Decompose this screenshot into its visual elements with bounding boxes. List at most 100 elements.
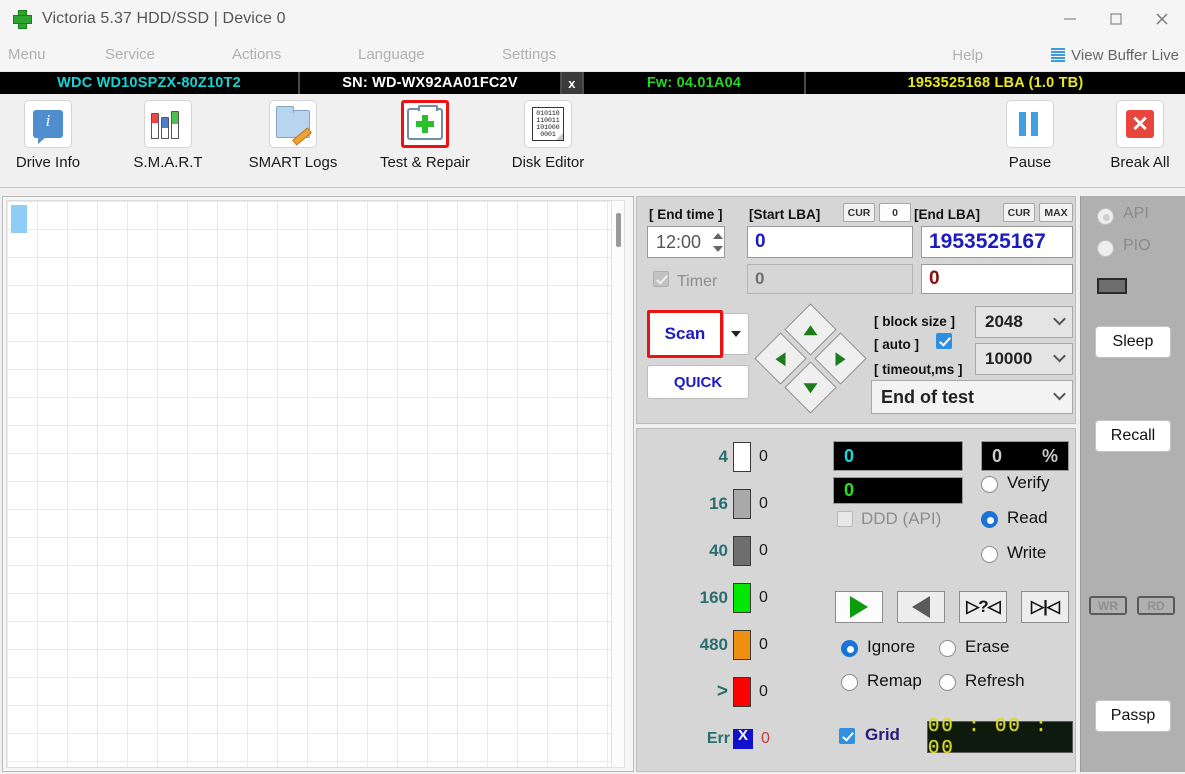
block-size-select[interactable]: 2048 xyxy=(975,306,1073,338)
legend-error-count: 0 xyxy=(761,729,770,747)
status-indicator-icon xyxy=(1097,278,1127,294)
info-bubble-icon xyxy=(24,100,72,148)
play-forward-icon[interactable] xyxy=(835,591,883,623)
right-sidebar: API PIO Sleep Recall WR RD Passp xyxy=(1080,196,1185,772)
mode-label-verify: Verify xyxy=(1007,473,1050,492)
timer-label: Timer xyxy=(677,273,718,290)
passport-button[interactable]: Passp xyxy=(1095,700,1171,732)
menu-item-actions[interactable]: Actions xyxy=(232,38,281,72)
menu-item-language[interactable]: Language xyxy=(358,38,425,72)
scan-button[interactable]: Scan xyxy=(647,310,723,358)
toolbar-button-pause[interactable]: Pause xyxy=(982,100,1078,171)
menu-item-settings[interactable]: Settings xyxy=(502,38,556,72)
defect-radio-ignore[interactable] xyxy=(841,640,858,657)
elapsed-time-display: 00 : 00 : 00 xyxy=(927,715,1073,759)
auto-label: [ auto ] xyxy=(874,337,919,352)
start-lba-input[interactable]: 0 xyxy=(747,226,913,258)
defect-radio-remap[interactable] xyxy=(841,674,858,691)
legend-row-480: 480 0 xyxy=(641,621,825,668)
ddd-api-checkbox[interactable] xyxy=(837,511,853,527)
test-parameters-section: [ End time ] [Start LBA] CUR 0 [End LBA]… xyxy=(636,196,1076,424)
legend-row-error: Err 0 xyxy=(641,715,825,762)
drive-serial: SN: WD-WX92AA01FC2V xyxy=(300,72,562,94)
grid-label: Grid xyxy=(865,725,900,744)
scan-dropdown-chevron-down-icon[interactable] xyxy=(723,313,749,355)
interface-radio-api[interactable] xyxy=(1097,208,1114,225)
percent-symbol: % xyxy=(1041,445,1058,466)
mode-radio-write[interactable] xyxy=(981,546,998,563)
menu-item-service[interactable]: Service xyxy=(105,38,155,72)
interface-radio-pio[interactable] xyxy=(1097,240,1114,257)
minimize-icon[interactable] xyxy=(1047,0,1093,38)
legend-swatch-4 xyxy=(733,441,751,472)
mode-radio-read[interactable] xyxy=(981,511,998,528)
sleep-button[interactable]: Sleep xyxy=(1095,326,1171,358)
mode-radio-verify[interactable] xyxy=(981,476,998,493)
view-buffer-live-button[interactable]: View Buffer Live xyxy=(1051,47,1179,64)
block-size-chevron-down-icon xyxy=(1053,312,1066,326)
menu-item-menu[interactable]: Menu xyxy=(8,38,46,72)
jump-start-icon[interactable]: ▷|◁ xyxy=(1021,591,1069,623)
maximize-icon[interactable] xyxy=(1093,0,1139,38)
serial-close-button[interactable]: x xyxy=(562,72,584,94)
quick-button[interactable]: QUICK xyxy=(647,365,749,399)
toolbar-label-drive-info: Drive Info xyxy=(15,154,81,171)
toolbar-button-smart[interactable]: S.M.A.R.T xyxy=(120,100,216,171)
end-time-spinner[interactable] xyxy=(706,229,723,255)
red-x-icon: ✕ xyxy=(1116,100,1164,148)
navigation-dpad[interactable] xyxy=(754,303,867,414)
start-lba-cur-button[interactable]: CUR xyxy=(843,203,875,222)
legend-threshold-40: 40 xyxy=(709,540,728,560)
scan-map-grid[interactable] xyxy=(6,200,614,768)
wr-indicator[interactable]: WR xyxy=(1089,596,1127,615)
toolbar-button-smart-logs[interactable]: SMART Logs xyxy=(245,100,341,171)
scan-map-scrollbar[interactable] xyxy=(611,200,625,768)
scan-map-cursor-block xyxy=(11,205,27,233)
scan-controls-box: 0 0 % 0 DDD (API) Verify Read Write ▷?◁ xyxy=(829,433,1073,769)
toolbar-button-break-all[interactable]: ✕ Break All xyxy=(1092,100,1185,171)
start-lba-current: 0 xyxy=(747,264,913,294)
start-lba-zero-button[interactable]: 0 xyxy=(879,203,911,222)
timeout-label: [ timeout,ms ] xyxy=(874,362,963,377)
play-back-icon[interactable] xyxy=(897,591,945,623)
menu-item-help[interactable]: Help xyxy=(952,47,983,64)
window-title: Victoria 5.37 HDD/SSD | Device 0 xyxy=(42,10,286,27)
end-of-test-chevron-down-icon xyxy=(1053,387,1066,401)
binary-page-icon: 010110 110011 101000 0001 xyxy=(524,100,572,148)
legend-count-160: 0 xyxy=(759,588,768,606)
toolbar-button-disk-editor[interactable]: 010110 110011 101000 0001 Disk Editor xyxy=(500,100,596,171)
timeout-select[interactable]: 10000 xyxy=(975,343,1073,375)
block-size-value: 2048 xyxy=(985,312,1023,331)
end-lba-input[interactable]: 1953525167 xyxy=(921,226,1073,258)
end-lba-cur-button[interactable]: CUR xyxy=(1003,203,1035,222)
legend-row-40: 40 0 xyxy=(641,527,825,574)
end-of-test-select[interactable]: End of test xyxy=(871,380,1073,414)
end-time-input[interactable]: 12:00 xyxy=(647,226,725,258)
drive-firmware: Fw: 04.01A04 xyxy=(584,72,806,94)
end-lba-label: [End LBA] xyxy=(914,207,980,222)
buffer-lines-icon xyxy=(1051,48,1066,62)
title-bar: Victoria 5.37 HDD/SSD | Device 0 xyxy=(0,0,1185,38)
timer-checkbox[interactable] xyxy=(653,271,669,287)
rd-indicator[interactable]: RD xyxy=(1137,596,1175,615)
blue-x-block-icon xyxy=(733,727,753,749)
defect-radio-refresh[interactable] xyxy=(939,674,956,691)
percent-display: 0 % xyxy=(981,441,1069,471)
block-grade-legend: 4 0 16 0 40 0 160 0 480 0 > 0 Err X 0 xyxy=(641,433,825,769)
toolbar-button-drive-info[interactable]: Drive Info xyxy=(0,100,96,171)
auto-checkbox[interactable] xyxy=(936,333,952,349)
grid-checkbox[interactable] xyxy=(839,728,855,744)
defect-label-erase: Erase xyxy=(965,637,1010,656)
recall-button[interactable]: Recall xyxy=(1095,420,1171,452)
scan-map-panel[interactable] xyxy=(2,196,634,772)
defect-radio-erase[interactable] xyxy=(939,640,956,657)
legend-count-16: 0 xyxy=(759,494,768,512)
test-tubes-icon xyxy=(144,100,192,148)
toolbar-button-test-repair[interactable]: Test & Repair xyxy=(377,100,473,171)
jump-question-icon[interactable]: ▷?◁ xyxy=(959,591,1007,623)
end-lba-max-button[interactable]: MAX xyxy=(1039,203,1073,222)
scan-map-scrollbar-thumb[interactable] xyxy=(616,213,621,247)
main-toolbar: Drive Info S.M.A.R.T SMART Logs Test & R… xyxy=(0,94,1185,188)
close-icon[interactable] xyxy=(1139,0,1185,38)
legend-row-4: 4 0 xyxy=(641,433,825,480)
